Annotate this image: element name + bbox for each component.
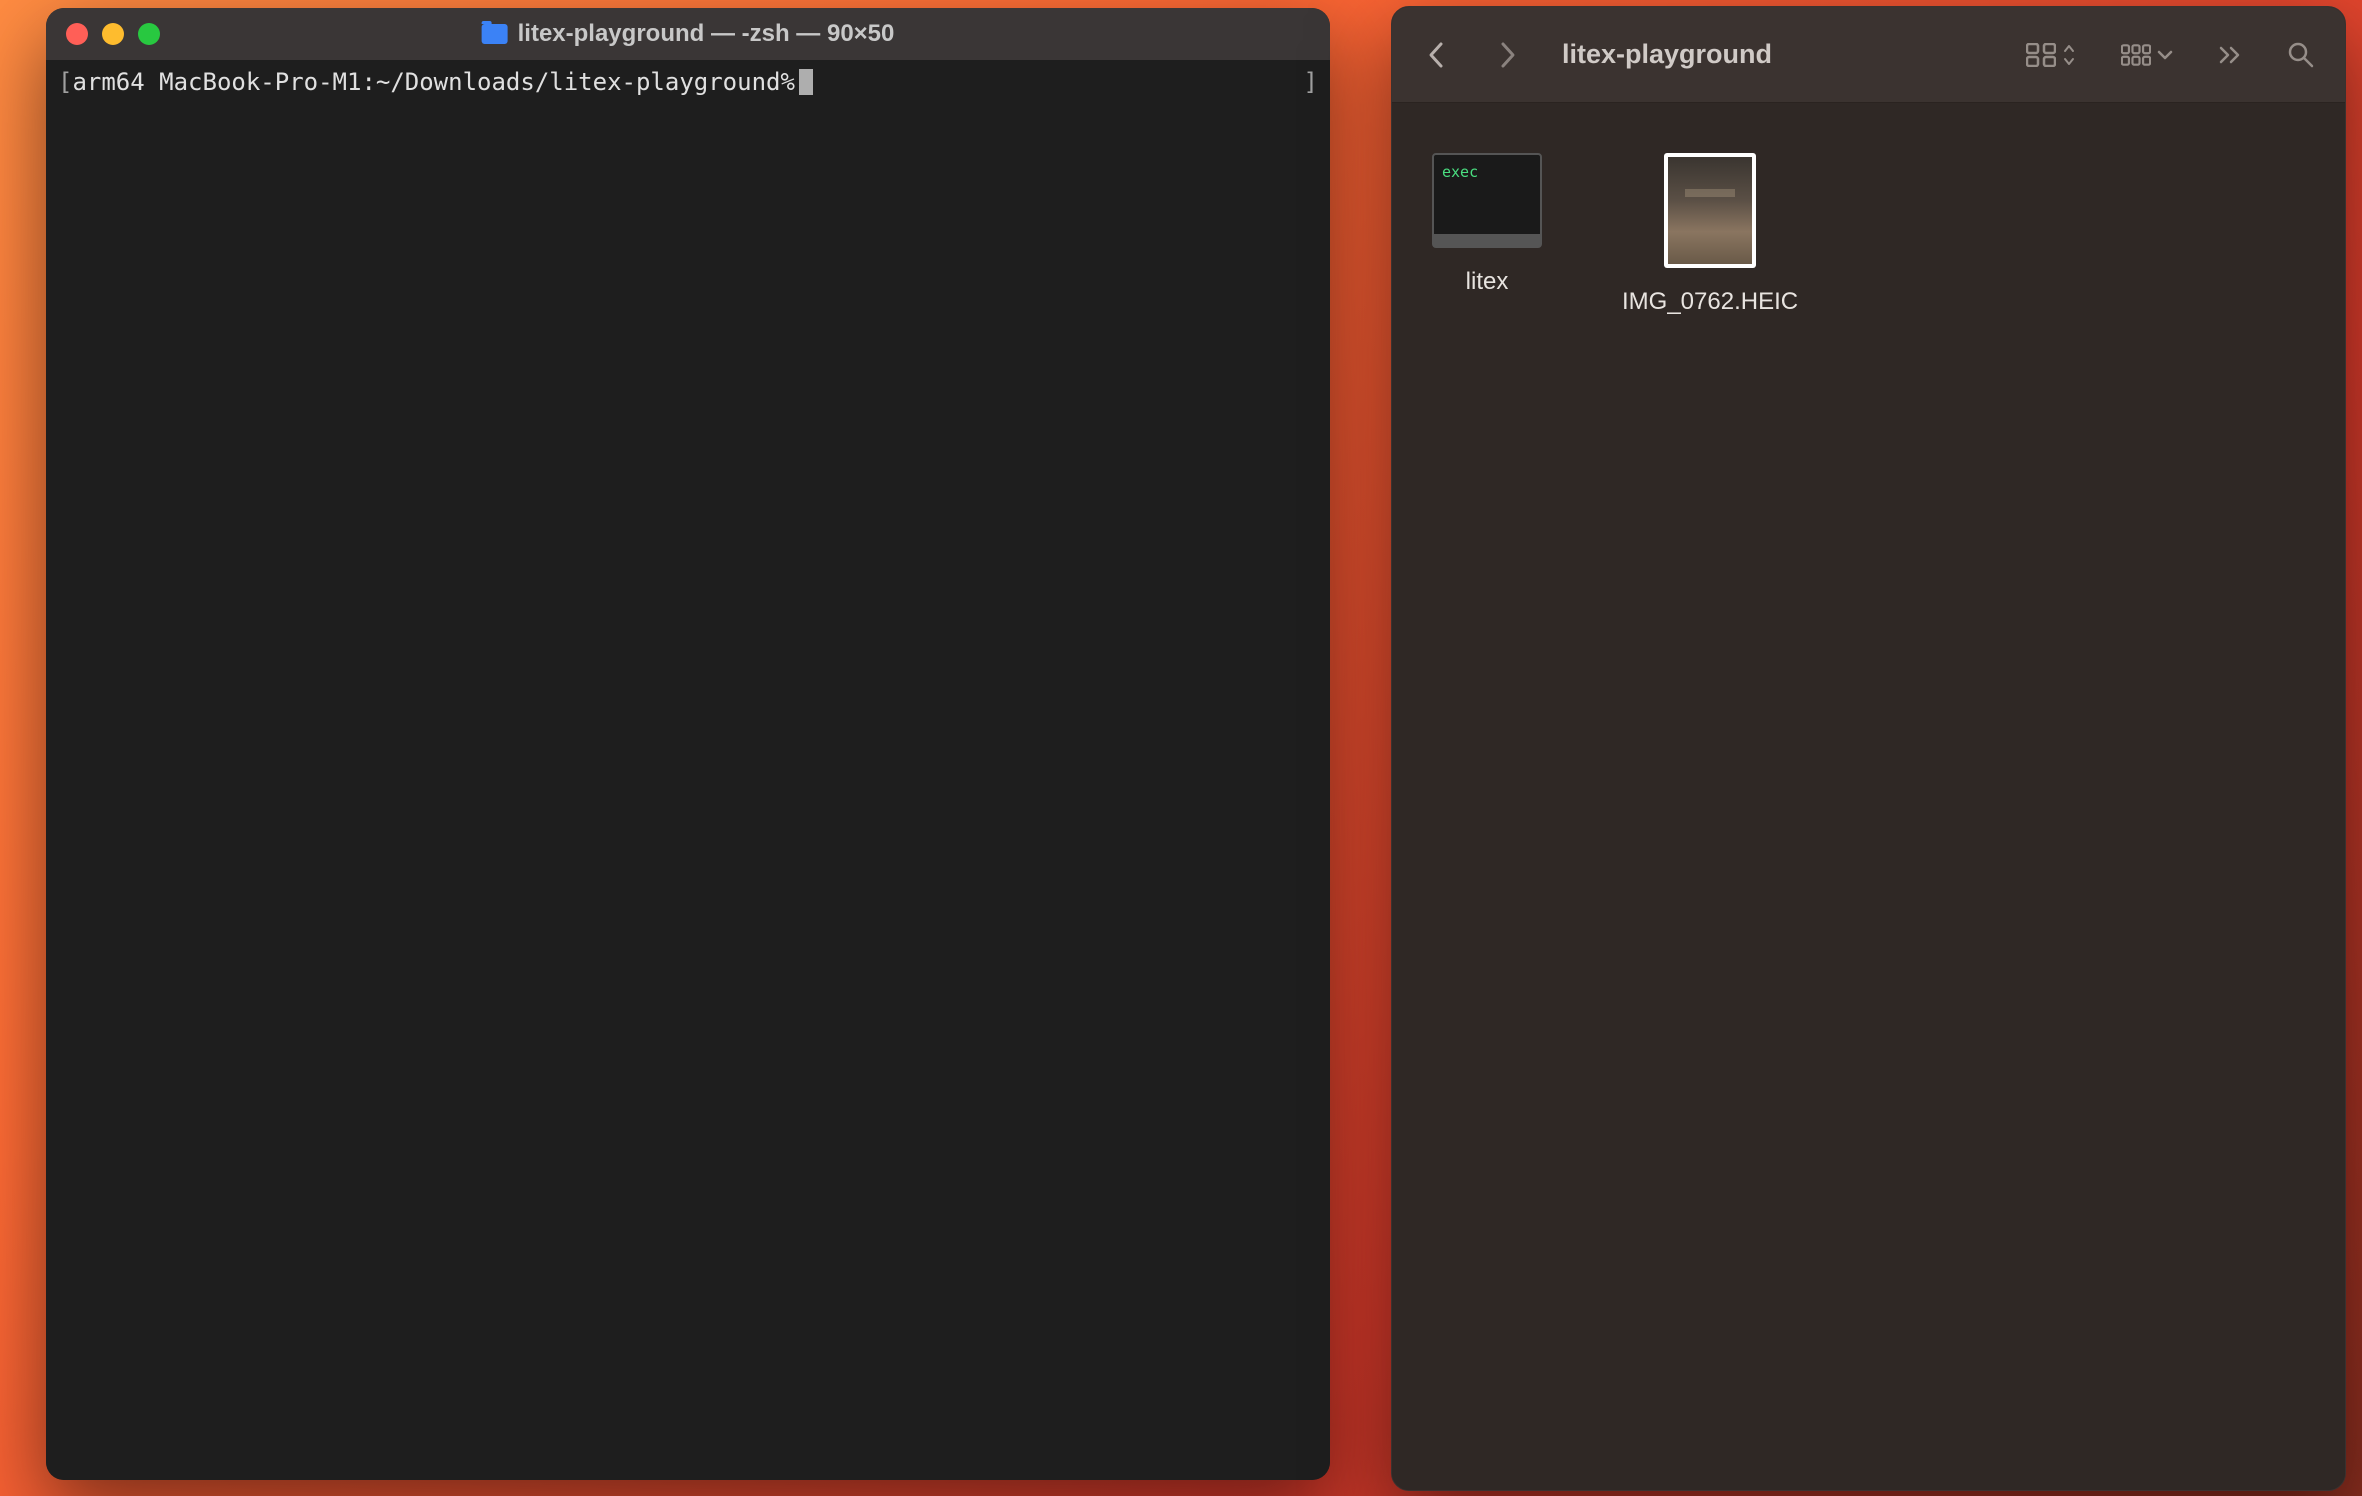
prompt-bracket-close: ] <box>1304 68 1318 96</box>
double-chevron-right-icon <box>2218 45 2242 65</box>
minimize-button[interactable] <box>102 23 124 45</box>
finder-title: litex-playground <box>1562 39 1772 70</box>
grid-icon <box>2026 43 2056 67</box>
updown-icon <box>2062 44 2076 66</box>
image-thumbnail-icon <box>1664 153 1756 268</box>
toolbar-actions <box>2026 41 2315 69</box>
exec-badge: exec <box>1442 163 1478 181</box>
file-label: IMG_0762.HEIC <box>1622 288 1798 316</box>
terminal-title: litex-playground — -zsh — 90×50 <box>482 20 895 48</box>
more-button[interactable] <box>2218 45 2242 65</box>
close-button[interactable] <box>66 23 88 45</box>
chevron-right-icon <box>1497 40 1517 70</box>
forward-button[interactable] <box>1492 40 1522 70</box>
prompt-bracket-open: [ <box>58 68 72 96</box>
search-icon <box>2287 41 2315 69</box>
finder-window: litex-playground <box>1391 6 2346 1491</box>
executable-icon: exec <box>1432 153 1542 248</box>
group-button[interactable] <box>2121 43 2173 67</box>
search-button[interactable] <box>2287 41 2315 69</box>
group-icon <box>2121 43 2151 67</box>
finder-toolbar: litex-playground <box>1392 7 2345 103</box>
maximize-button[interactable] <box>138 23 160 45</box>
view-mode-button[interactable] <box>2026 43 2076 67</box>
terminal-titlebar[interactable]: litex-playground — -zsh — 90×50 <box>46 8 1330 60</box>
file-label: litex <box>1466 268 1509 296</box>
chevron-left-icon <box>1427 40 1447 70</box>
file-item-executable[interactable]: exec litex <box>1432 153 1542 296</box>
terminal-title-text: litex-playground — -zsh — 90×50 <box>518 20 895 48</box>
traffic-lights <box>66 23 160 45</box>
nav-buttons <box>1422 40 1522 70</box>
back-button[interactable] <box>1422 40 1452 70</box>
terminal-cursor <box>799 69 813 95</box>
terminal-prompt-line: [ arm64 MacBook-Pro-M1:~/Downloads/litex… <box>58 68 1318 96</box>
folder-icon <box>482 24 508 44</box>
terminal-body[interactable]: [ arm64 MacBook-Pro-M1:~/Downloads/litex… <box>46 60 1330 1480</box>
terminal-window: litex-playground — -zsh — 90×50 [ arm64 … <box>46 8 1330 1480</box>
file-item-image[interactable]: IMG_0762.HEIC <box>1622 153 1798 316</box>
prompt-text: arm64 MacBook-Pro-M1:~/Downloads/litex-p… <box>72 68 794 96</box>
finder-body[interactable]: exec litex IMG_0762.HEIC <box>1392 103 2345 1490</box>
chevron-down-icon <box>2157 49 2173 61</box>
